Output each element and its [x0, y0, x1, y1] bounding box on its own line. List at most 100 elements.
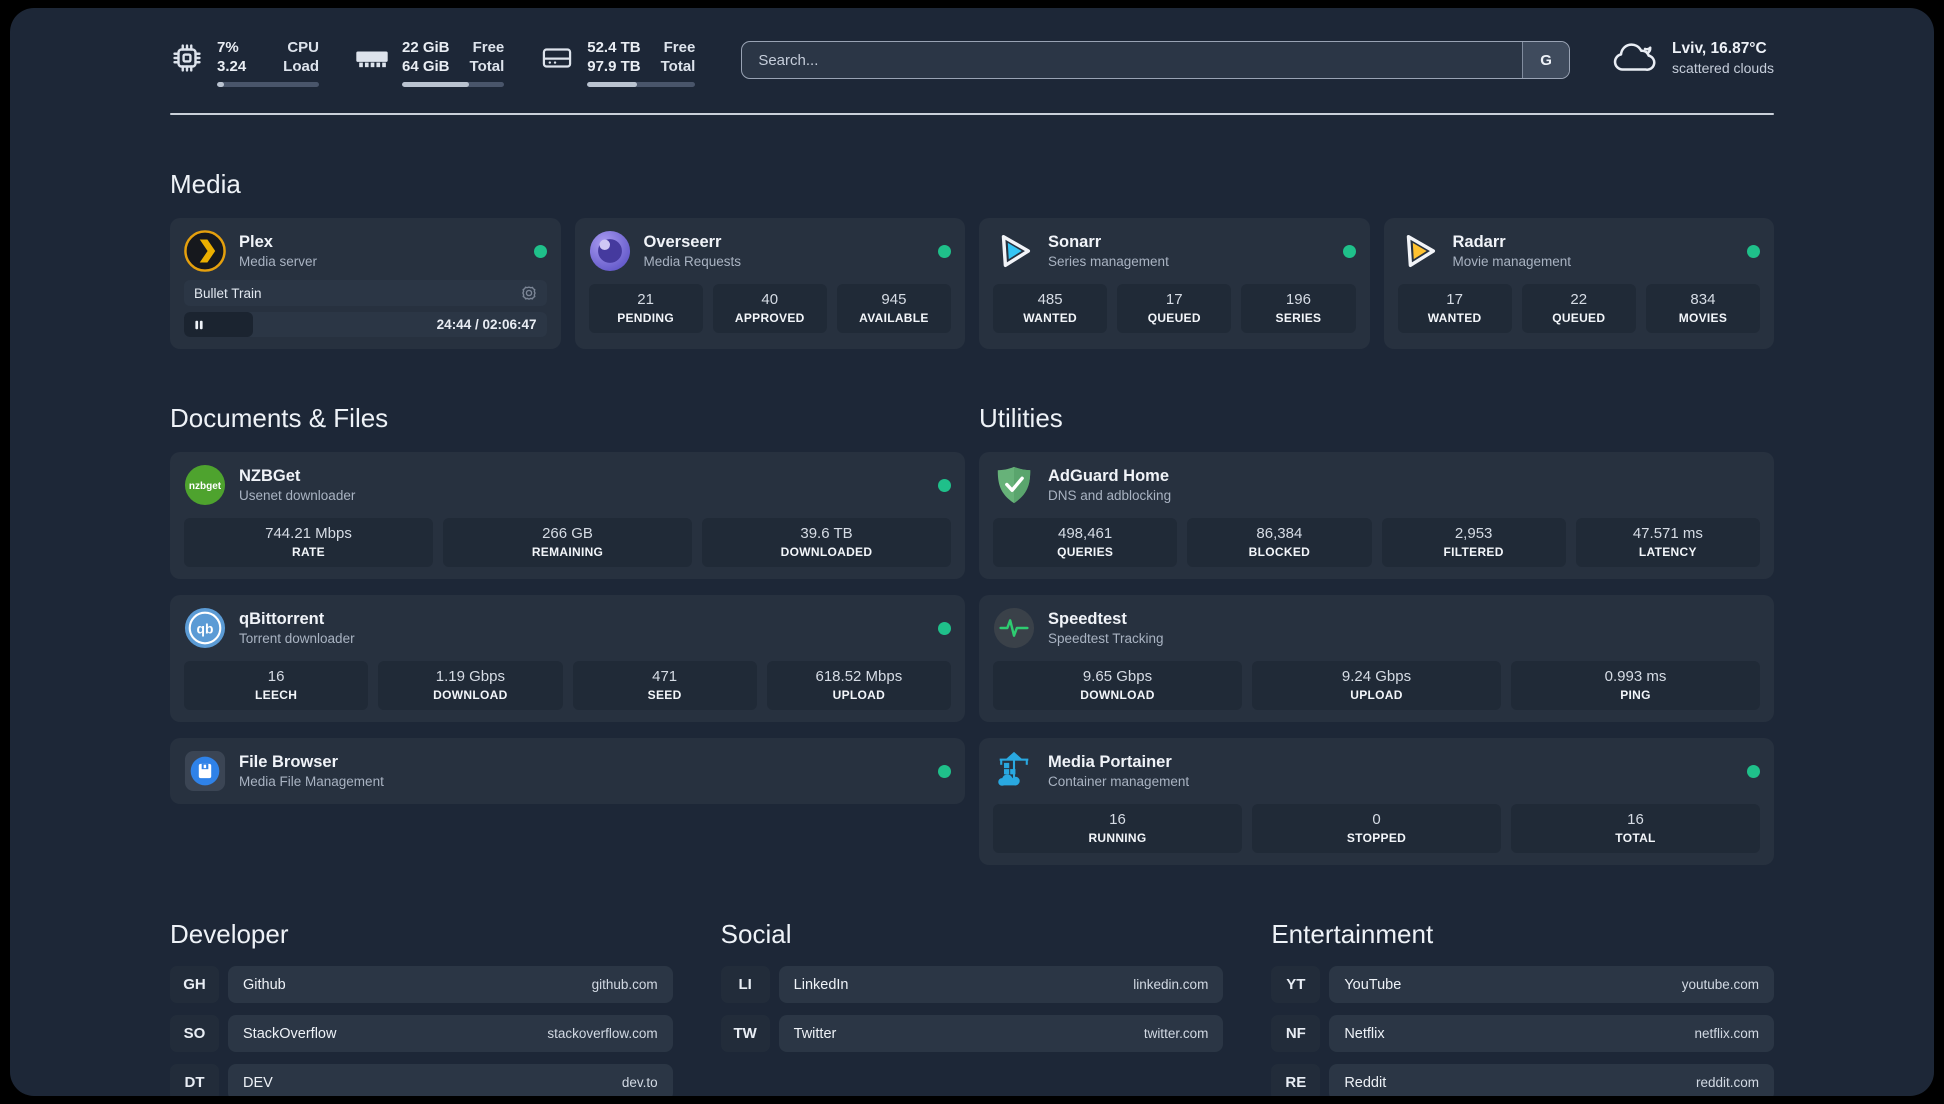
link-abbr: LI — [720, 966, 770, 1003]
link-pill-github[interactable]: Github github.com — [228, 966, 673, 1003]
stat-label: WANTED — [1023, 311, 1077, 325]
link-url: reddit.com — [1695, 1075, 1759, 1090]
app-name: NZBGet — [239, 467, 301, 485]
stat-value: 1.19 Gbps — [435, 668, 505, 685]
app-card-file-browser[interactable]: File Browser Media File Management — [170, 738, 965, 804]
app-name: Media Portainer — [1048, 753, 1172, 771]
stat-value: 9.24 Gbps — [1341, 668, 1412, 685]
app-description: Media server — [239, 254, 318, 269]
app-name: Radarr — [1452, 233, 1506, 251]
stat-tile-upload: 9.24 Gbps UPLOAD — [1252, 661, 1501, 710]
app-name: File Browser — [239, 753, 339, 771]
dashboard-content: Media Plex Media server Bullet Train 24:44 … — [10, 169, 1934, 1096]
app-card-adguard-home[interactable]: AdGuard Home DNS and adblocking 498,461 QUE… — [979, 452, 1774, 579]
weather-headline: Lviv, 16.87°C — [1672, 40, 1767, 57]
app-card-speedtest[interactable]: Speedtest Speedtest Tracking 9.65 Gbps DOWN… — [979, 595, 1774, 722]
dashboard-window: 7% CPU 3.24 Load 22 GiB Free 64 GiB Total 52.4 T… — [10, 8, 1934, 1096]
stat-label: Total — [660, 58, 696, 75]
link-pill-dev[interactable]: DEV dev.to — [228, 1064, 673, 1096]
media-section-title: Media — [170, 169, 241, 199]
svg-text:nzbget: nzbget — [189, 481, 222, 492]
link-abbr: TW — [720, 1015, 770, 1052]
stat-tile-wanted: 485 WANTED — [993, 284, 1108, 333]
stat-tile-download: 9.65 Gbps DOWNLOAD — [993, 661, 1242, 710]
app-stats-row: 17 WANTED 22 QUEUED 834 MOVIES — [1397, 284, 1761, 333]
status-dot-online — [1342, 244, 1356, 258]
media-grid: Plex Media server Bullet Train 24:44 / 02:0… — [170, 218, 1774, 349]
app-card-plex[interactable]: Plex Media server Bullet Train 24:44 / 02:0… — [170, 218, 561, 349]
documents-column: Documents & Files nzbget NZBGet Usenet dow… — [170, 349, 965, 865]
stat-tile-filtered: 2,953 FILTERED — [1381, 518, 1566, 567]
stat-label: SEED — [647, 688, 682, 702]
stat-label: STOPPED — [1346, 831, 1407, 845]
status-dot-online — [938, 764, 951, 778]
link-label: DEV — [243, 1074, 273, 1091]
portainer-icon — [993, 750, 1035, 792]
link-abbr: GH — [170, 966, 219, 1003]
disk-icon — [540, 38, 574, 87]
link-label: Twitter — [793, 1025, 837, 1042]
system-stat-row: 7% CPU — [217, 38, 319, 57]
app-description: Media File Management — [239, 774, 384, 789]
system-stat-row: 3.24 Load — [217, 57, 319, 76]
stat-tile-leech: 16 LEECH — [184, 661, 369, 710]
app-description: Speedtest Tracking — [1048, 631, 1164, 646]
system-stat-cpu: 7% CPU 3.24 Load — [170, 38, 319, 87]
app-stats-row: 16 LEECH 1.19 Gbps DOWNLOAD 471 SEED 618.52 Mb… — [184, 661, 951, 710]
link-pill-twitter[interactable]: Twitter twitter.com — [778, 1015, 1224, 1052]
app-card-radarr[interactable]: Radarr Movie management 17 WANTED 22 QUEUED 83… — [1383, 218, 1774, 349]
stat-value: 21 — [637, 291, 654, 308]
stat-value: 9.65 Gbps — [1082, 668, 1153, 685]
app-card-overseerr[interactable]: Overseerr Media Requests 21 PENDING 40 APPROV… — [574, 218, 965, 349]
app-name: Plex — [239, 233, 273, 251]
stat-value: 52.4 TB — [587, 39, 641, 56]
link-pill-stackoverflow[interactable]: StackOverflow stackoverflow.com — [228, 1015, 673, 1052]
stat-tile-download: 1.19 Gbps DOWNLOAD — [378, 661, 563, 710]
search-engine-button[interactable]: G — [1522, 42, 1570, 78]
stat-progress-fill — [217, 82, 225, 87]
link-rows: LI LinkedIn linkedin.com TW Twitter twitter.c… — [720, 966, 1224, 1052]
utilities-cards: AdGuard Home DNS and adblocking 498,461 QUE… — [979, 452, 1774, 865]
link-pill-youtube[interactable]: YouTube youtube.com — [1329, 966, 1774, 1003]
app-name: Sonarr — [1048, 233, 1102, 251]
link-label: LinkedIn — [793, 976, 849, 993]
stat-value: 744.21 Mbps — [265, 525, 352, 542]
link-row-twitter: TW Twitter twitter.com — [720, 1015, 1224, 1052]
app-card-nzbget[interactable]: nzbget NZBGet Usenet downloader 744.21 Mbps… — [170, 452, 965, 579]
link-label: StackOverflow — [243, 1025, 337, 1042]
app-card-qbittorrent[interactable]: qb qBittorrent Torrent downloader 16 LEECH 1.… — [170, 595, 965, 722]
stat-value: 22 — [1570, 291, 1588, 308]
stat-tile-latency: 47.571 ms LATENCY — [1575, 518, 1760, 567]
link-url: github.com — [591, 977, 658, 992]
search-input[interactable] — [742, 42, 1523, 78]
link-row-netflix: NF Netflix netflix.com — [1271, 1015, 1774, 1052]
app-card-media-portainer[interactable]: Media Portainer Container management 16 RUN… — [979, 738, 1774, 865]
qbittorrent-icon: qb — [184, 607, 226, 649]
link-url: stackoverflow.com — [547, 1026, 658, 1041]
app-stats-row: 9.65 Gbps DOWNLOAD 9.24 Gbps UPLOAD 0.993 ms… — [993, 661, 1760, 710]
link-pill-linkedin[interactable]: LinkedIn linkedin.com — [778, 966, 1224, 1003]
stat-value: 945 — [881, 291, 907, 308]
app-card-sonarr[interactable]: Sonarr Series management 485 WANTED 17 QUEUED… — [979, 218, 1370, 349]
stat-value: 47.571 ms — [1632, 525, 1703, 542]
stat-value: 17 — [1165, 291, 1183, 308]
stat-label: PENDING — [617, 311, 674, 325]
utilities-column: Utilities AdGuard Home DNS and adblocking… — [979, 349, 1774, 865]
link-pill-netflix[interactable]: Netflix netflix.com — [1329, 1015, 1774, 1052]
stat-value: 2,953 — [1454, 525, 1493, 542]
app-name: Overseerr — [643, 233, 722, 251]
nzbget-icon: nzbget — [184, 464, 226, 506]
search-bar[interactable]: G — [741, 41, 1571, 79]
link-row-linkedin: LI LinkedIn linkedin.com — [720, 966, 1224, 1003]
player-progressbar[interactable]: 24:44 / 02:06:47 — [184, 312, 547, 337]
app-stats-row: 16 RUNNING 0 STOPPED 16 TOTAL — [993, 804, 1760, 853]
link-section-entertainment: Entertainment YT YouTube youtube.com NF Netfl… — [1271, 865, 1774, 1096]
cpu-chip-icon — [170, 38, 204, 87]
stat-label: MOVIES — [1678, 311, 1728, 325]
link-row-youtube: YT YouTube youtube.com — [1271, 966, 1774, 1003]
svg-text:qb: qb — [197, 620, 214, 636]
app-name: Speedtest — [1048, 610, 1127, 628]
stat-tile-total: 16 TOTAL — [1511, 804, 1760, 853]
link-abbr: NF — [1271, 1015, 1321, 1052]
link-pill-reddit[interactable]: Reddit reddit.com — [1329, 1064, 1774, 1096]
